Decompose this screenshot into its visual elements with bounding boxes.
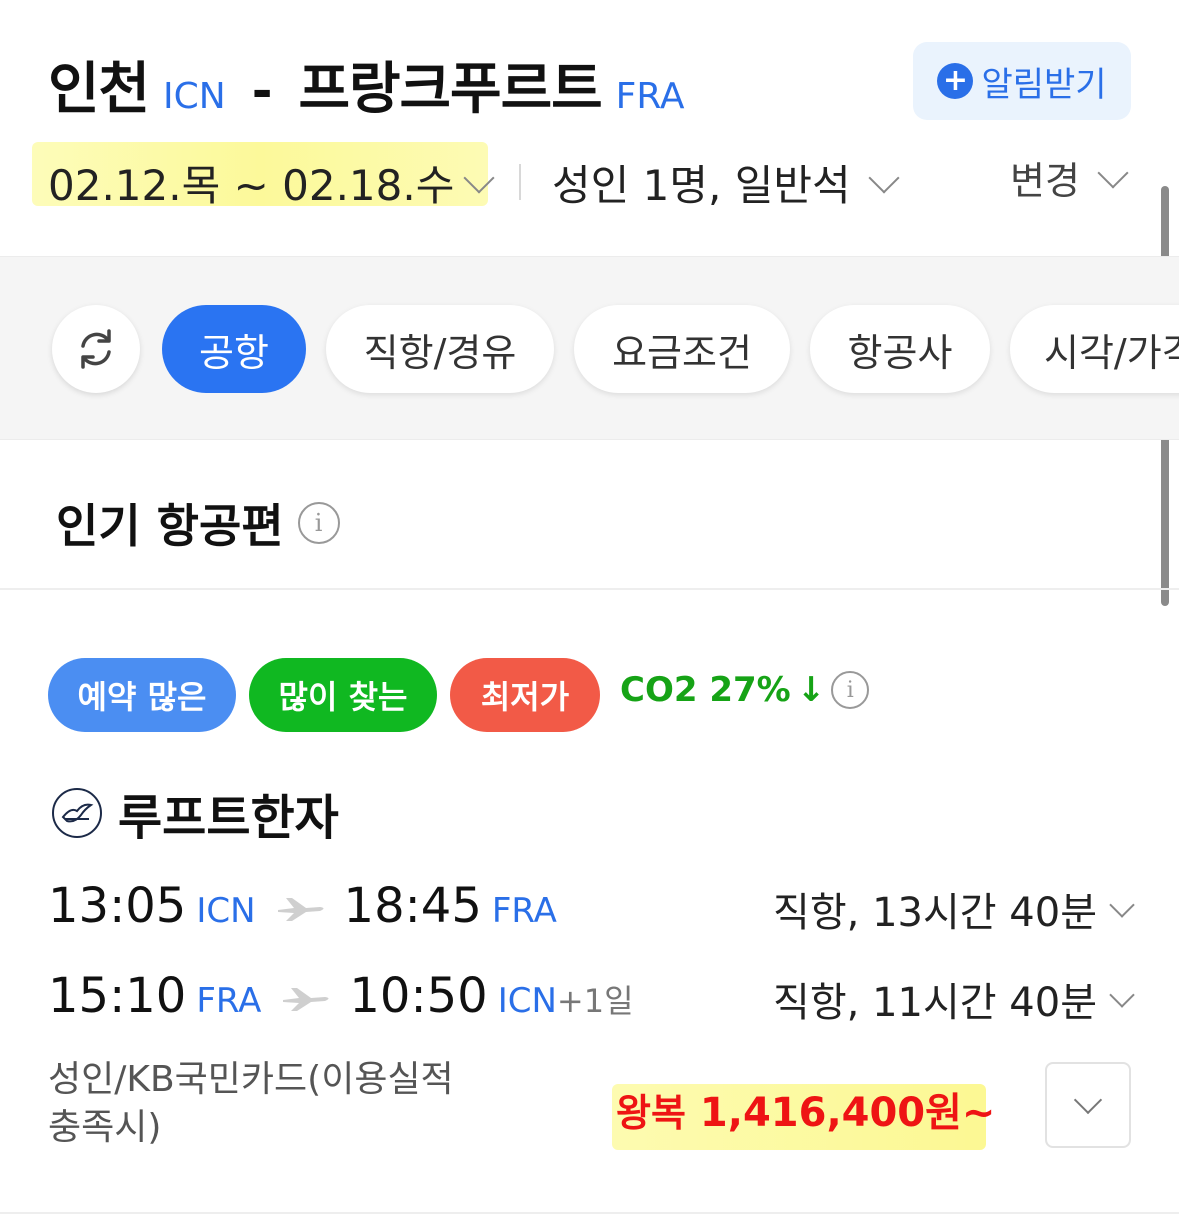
chevron-down-icon <box>463 161 495 194</box>
filter-chip-direct-stops[interactable]: 직항/경유 <box>326 305 554 393</box>
info-icon[interactable]: i <box>297 502 340 544</box>
chevron-down-icon <box>868 161 900 194</box>
destination-code: FRA <box>615 76 685 117</box>
chevron-down-icon <box>1073 1085 1103 1115</box>
route-separator: - <box>251 62 273 120</box>
filter-chip-fare-conditions[interactable]: 요금조건 <box>574 305 790 393</box>
departure-airport: FRA <box>196 981 262 1021</box>
travel-dates-selector[interactable]: 02.12.목 ~ 02.18.수 <box>48 152 495 213</box>
airline-header: 루프트한자 <box>52 778 339 848</box>
airline-name: 루프트한자 <box>118 790 339 846</box>
airplane-icon <box>276 896 328 926</box>
card-divider <box>0 1212 1179 1214</box>
expand-fares-button[interactable] <box>1045 1062 1131 1148</box>
departure-time: 15:10 <box>48 968 187 1024</box>
airplane-icon <box>281 986 333 1016</box>
flight-search-results: 인천 ICN - 프랑크푸르트 FRA + 알림받기 02.12.목 ~ 02.… <box>0 0 1179 1220</box>
flight-leg-return: 15:10 FRA 10:50 ICN +1일 <box>48 968 634 1024</box>
price-value: 1,416,400원~ <box>699 1090 996 1136</box>
origin-code: ICN <box>163 76 226 117</box>
down-arrow-icon: ↓ <box>796 670 826 710</box>
price-prefix: 왕복 <box>616 1091 686 1135</box>
origin-city: 인천 <box>48 57 150 122</box>
departure-time: 13:05 <box>48 878 187 934</box>
refresh-icon <box>81 329 111 369</box>
passenger-class: 성인 1명, 일반석 <box>552 161 851 210</box>
filter-chip-airline[interactable]: 항공사 <box>810 305 990 393</box>
arrival-airport: ICN <box>497 981 557 1021</box>
leg-duration: 직항, 13시간 40분 <box>773 890 1097 936</box>
travel-dates: 02.12.목 ~ 02.18.수 <box>48 161 455 210</box>
fare-condition-note: 성인/KB국민카드(이용실적 충족시) <box>48 1059 454 1148</box>
filter-bar: 공항 직항/경유 요금조건 항공사 시각/가격 <box>0 256 1179 440</box>
filter-chip-time-price[interactable]: 시각/가격 <box>1010 305 1179 393</box>
passenger-class-selector[interactable]: 성인 1명, 일반석 <box>552 152 900 213</box>
filter-chip-airport[interactable]: 공항 <box>162 305 306 393</box>
badge-lowest-price: 최저가 <box>450 658 600 732</box>
badge-most-searched: 많이 찾는 <box>249 658 437 732</box>
chevron-down-icon <box>1109 982 1135 1008</box>
co2-label: CO2 27% <box>620 670 791 710</box>
leg-duration: 직항, 11시간 40분 <box>773 980 1097 1026</box>
flight-leg-outbound: 13:05 ICN 18:45 FRA <box>48 878 557 934</box>
reset-filters-button[interactable] <box>52 305 140 393</box>
section-title: 인기 항공편 i <box>56 490 340 556</box>
badge-most-booked: 예약 많은 <box>48 658 236 732</box>
plus-icon: + <box>937 63 974 99</box>
arrival-time: 10:50 <box>349 968 488 1024</box>
divider <box>519 164 521 200</box>
round-trip-price: 왕복 1,416,400원~ <box>616 1080 995 1138</box>
section-divider <box>0 588 1179 590</box>
departure-airport: ICN <box>196 891 256 931</box>
price-alert-button[interactable]: + 알림받기 <box>913 42 1131 120</box>
price-alert-label: 알림받기 <box>981 64 1107 105</box>
destination-city: 프랑크푸르트 <box>298 57 603 122</box>
popular-flights-title: 인기 항공편 <box>56 499 284 553</box>
co2-reduction: CO2 27% ↓ i <box>620 670 870 710</box>
chevron-down-icon <box>1097 156 1129 189</box>
change-label: 변경 <box>1010 159 1080 203</box>
flight-leg-return-details[interactable]: 직항, 11시간 40분 <box>773 970 1135 1028</box>
day-offset: +1일 <box>556 982 634 1020</box>
lufthansa-logo-icon <box>52 788 102 838</box>
info-icon[interactable]: i <box>831 671 870 709</box>
flight-leg-outbound-details[interactable]: 직항, 13시간 40분 <box>773 880 1135 938</box>
chevron-down-icon <box>1109 892 1135 918</box>
arrival-airport: FRA <box>491 891 557 931</box>
change-search-button[interactable]: 변경 <box>1010 150 1129 205</box>
arrival-time: 18:45 <box>343 878 482 934</box>
route-title: 인천 ICN - 프랑크푸르트 FRA <box>48 44 685 125</box>
